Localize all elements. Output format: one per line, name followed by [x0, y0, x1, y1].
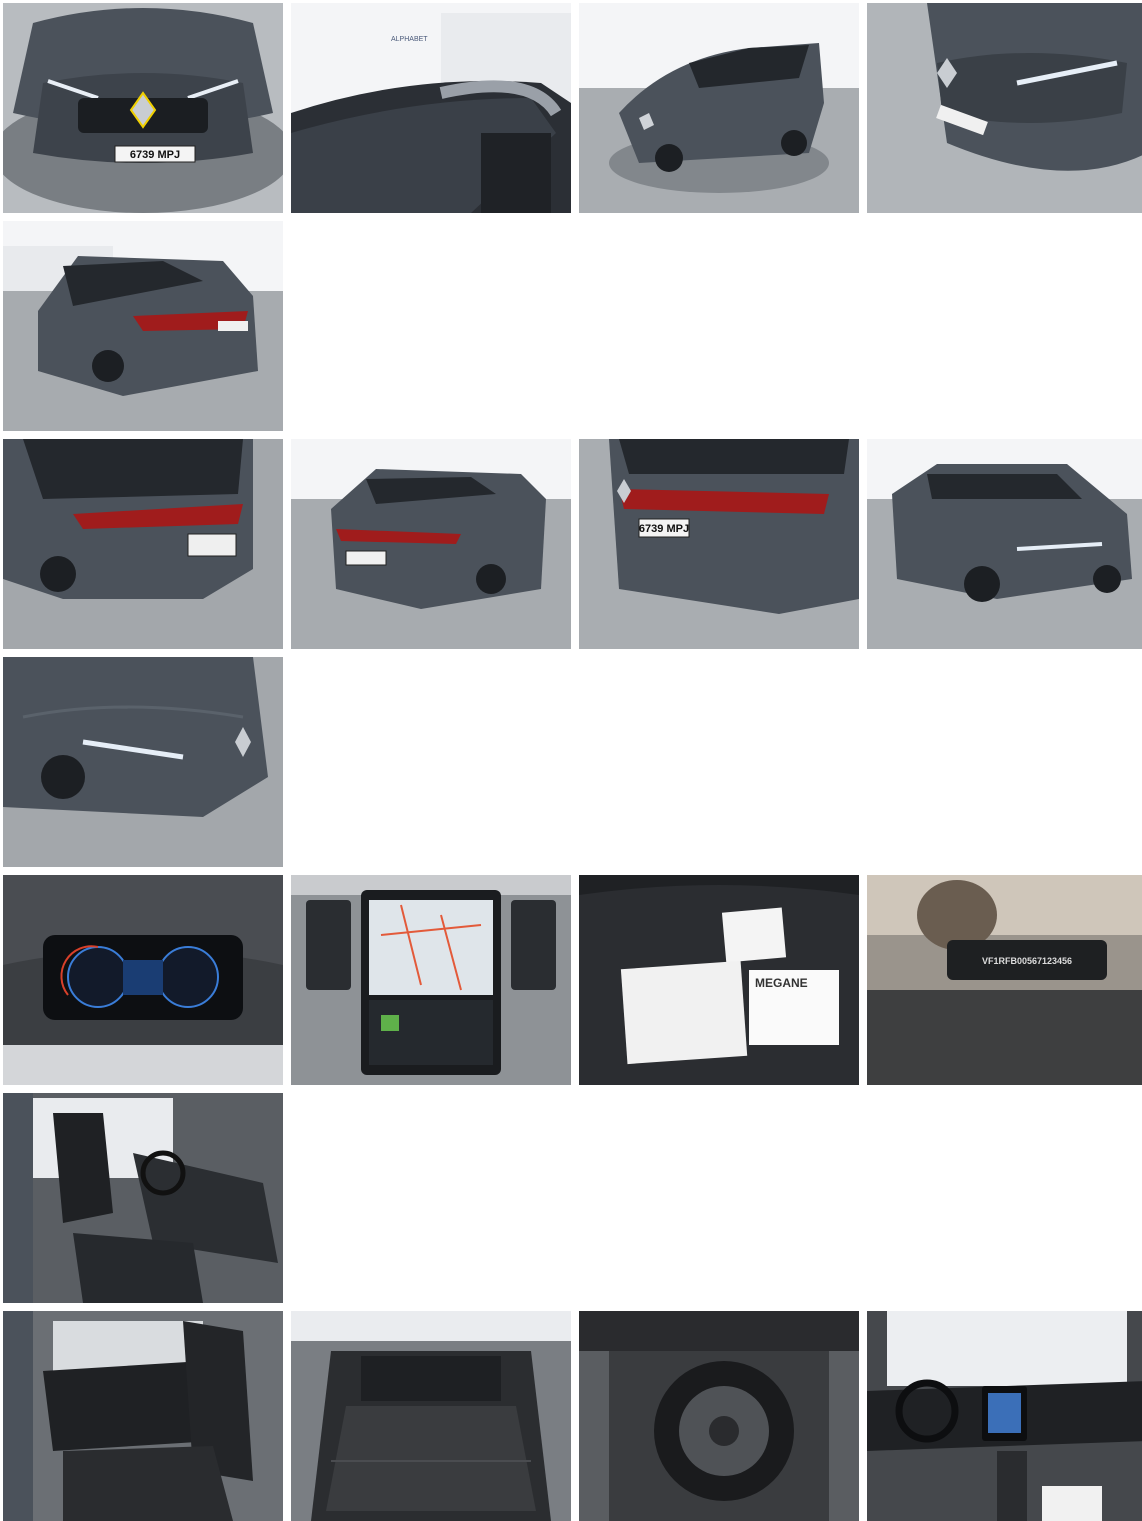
front-interior-image [3, 1093, 283, 1303]
car-front-corner-image [3, 657, 283, 867]
photo-car-rear-closeup[interactable] [3, 439, 283, 649]
photo-trunk[interactable] [291, 1311, 571, 1521]
photo-car-headlight-front[interactable] [867, 3, 1142, 213]
car-headlight-front-image [867, 3, 1142, 213]
car-rear-plate-image: 6739 MPJ [579, 439, 859, 649]
car-documents-image: MEGANE [579, 875, 859, 1085]
infotainment-screen-image [291, 875, 571, 1085]
rear-seats-image [3, 1311, 283, 1521]
photo-car-front-corner[interactable] [3, 657, 283, 867]
car-rear-image [291, 439, 571, 649]
spare-wheel-image [579, 1311, 859, 1521]
photo-car-rear[interactable] [291, 439, 571, 649]
trunk-image [291, 1311, 571, 1521]
photo-car-front[interactable]: 6739 MPJ [3, 3, 283, 213]
wall-logo-text: ALPHABET [391, 36, 428, 43]
car-roof-image: ALPHABET [291, 3, 571, 213]
photo-dashboard[interactable] [867, 1311, 1142, 1521]
photo-car-rear-plate[interactable]: 6739 MPJ [579, 439, 859, 649]
plate-text: 6739 MPJ [130, 149, 180, 161]
photo-car-front-three-quarter[interactable] [579, 3, 859, 213]
car-side-front-image [867, 439, 1142, 649]
photo-car-rear-three-quarter[interactable] [3, 221, 283, 431]
car-front-image: 6739 MPJ [3, 3, 283, 213]
instrument-cluster-image [3, 875, 283, 1085]
photo-instrument-cluster[interactable] [3, 875, 283, 1085]
photo-car-documents[interactable]: MEGANE [579, 875, 859, 1085]
photo-car-roof[interactable]: ALPHABET [291, 3, 571, 213]
photo-front-interior[interactable] [3, 1093, 283, 1303]
rear-plate-text: 6739 MPJ [639, 523, 689, 535]
photo-gallery: 6739 MPJ ALPHABET 6739 MPJ MEGANE VF1RFB… [0, 0, 1142, 1521]
vin-tag-image: VF1RFB00567123456 [867, 875, 1142, 1085]
dashboard-image [867, 1311, 1142, 1521]
photo-rear-seats[interactable] [3, 1311, 283, 1521]
car-rear-three-quarter-image [3, 221, 283, 431]
photo-vin-tag[interactable]: VF1RFB00567123456 [867, 875, 1142, 1085]
car-rear-closeup-image [3, 439, 283, 649]
photo-spare-wheel[interactable] [579, 1311, 859, 1521]
document-label: MEGANE [755, 976, 808, 990]
photo-car-side-front[interactable] [867, 439, 1142, 649]
photo-infotainment-screen[interactable] [291, 875, 571, 1085]
car-front-three-quarter-image [579, 3, 859, 213]
vin-tag-text: VF1RFB00567123456 [982, 956, 1072, 966]
